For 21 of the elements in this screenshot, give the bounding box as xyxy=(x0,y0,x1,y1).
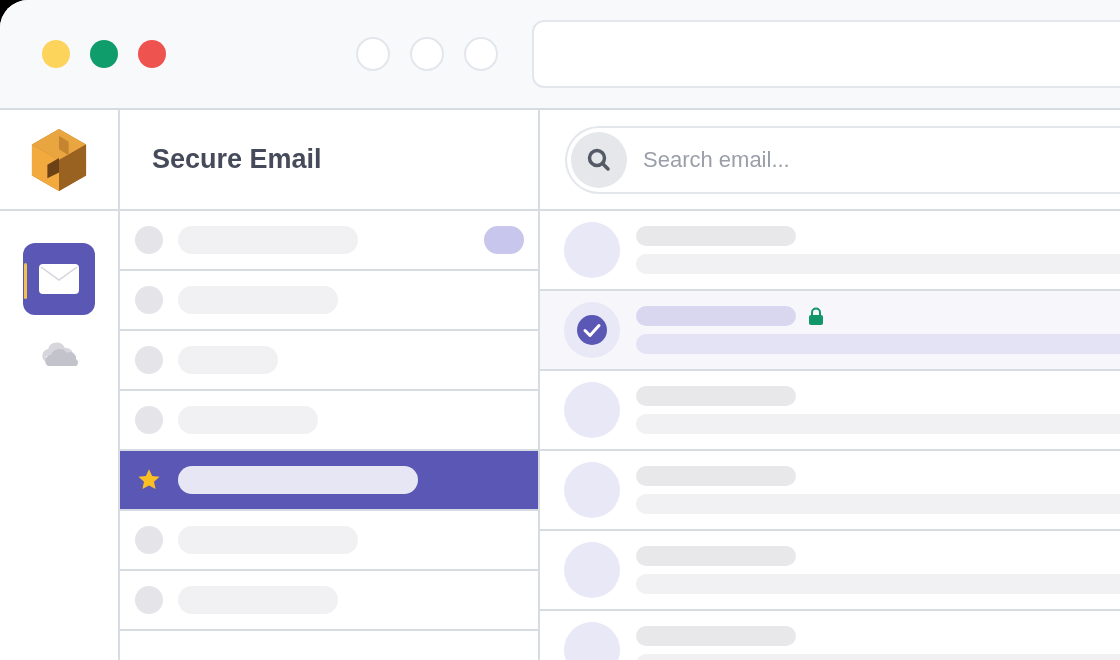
mail-button[interactable] xyxy=(23,243,95,315)
toolbar-button[interactable] xyxy=(356,37,390,71)
folder-icon-placeholder xyxy=(135,406,163,434)
folder-icon-placeholder xyxy=(135,526,163,554)
toolbar-button[interactable] xyxy=(464,37,498,71)
close-button[interactable] xyxy=(138,40,166,68)
folder-item[interactable] xyxy=(120,451,538,511)
folder-icon-placeholder xyxy=(135,586,163,614)
address-field[interactable] xyxy=(532,20,1120,88)
check-icon xyxy=(576,314,608,346)
search-field[interactable]: Search email... xyxy=(565,125,1120,194)
folder-icon-placeholder xyxy=(135,346,163,374)
email-item[interactable] xyxy=(540,291,1120,371)
envelope-icon xyxy=(39,264,79,294)
toolbar-button[interactable] xyxy=(410,37,444,71)
app-title: Secure Email xyxy=(152,144,322,175)
hexagon-logo-icon xyxy=(30,127,88,192)
maximize-button[interactable] xyxy=(90,40,118,68)
folder-icon-placeholder xyxy=(135,226,163,254)
folder-icon-placeholder xyxy=(135,286,163,314)
minimize-button[interactable] xyxy=(42,40,70,68)
